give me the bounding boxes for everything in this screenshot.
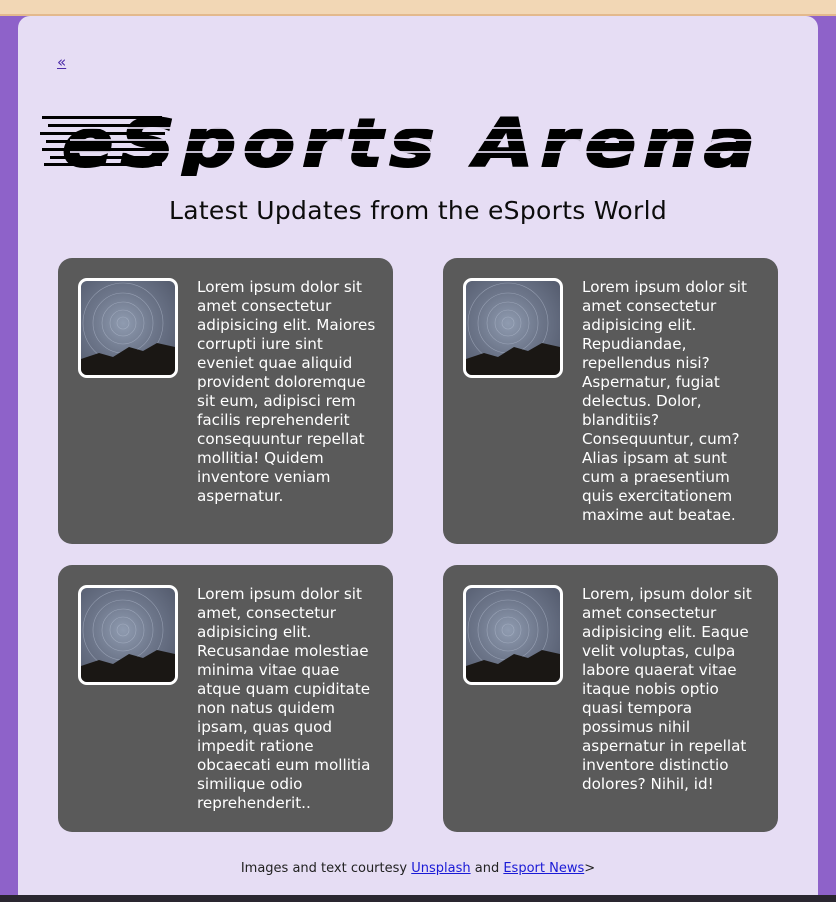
- footer-prefix: Images and text courtesy: [240, 861, 412, 876]
- footer-suffix: >: [584, 861, 596, 876]
- news-card: Lorem ipsum dolor sit amet consectetur a…: [443, 258, 778, 544]
- esports-arena-logo: eSports Arena: [40, 106, 780, 176]
- card-thumbnail-image: [463, 585, 563, 685]
- news-card: Lorem ipsum dolor sit amet, consectetur …: [58, 565, 393, 832]
- esport-news-link[interactable]: Esport News: [503, 861, 584, 876]
- footer-middle: and: [470, 861, 504, 876]
- card-thumbnail-image: [78, 278, 178, 378]
- browser-bottom-strip: [0, 895, 836, 902]
- news-card: Lorem ipsum dolor sit amet consectetur a…: [58, 258, 393, 544]
- card-text: Lorem, ipsum dolor sit amet consectetur …: [582, 585, 752, 793]
- card-text: Lorem ipsum dolor sit amet consectetur a…: [582, 278, 747, 524]
- news-card: Lorem, ipsum dolor sit amet consectetur …: [443, 565, 778, 832]
- unsplash-link[interactable]: Unsplash: [411, 861, 470, 876]
- card-thumbnail-image: [463, 278, 563, 378]
- page-subtitle: Latest Updates from the eSports World: [168, 196, 668, 225]
- back-link[interactable]: «: [57, 53, 66, 71]
- browser-top-strip: [0, 0, 836, 16]
- footer-credits: Images and text courtesy Unsplash and Es…: [0, 861, 836, 876]
- card-text: Lorem ipsum dolor sit amet consectetur a…: [197, 278, 376, 505]
- card-text: Lorem ipsum dolor sit amet, consectetur …: [197, 585, 371, 812]
- card-thumbnail-image: [78, 585, 178, 685]
